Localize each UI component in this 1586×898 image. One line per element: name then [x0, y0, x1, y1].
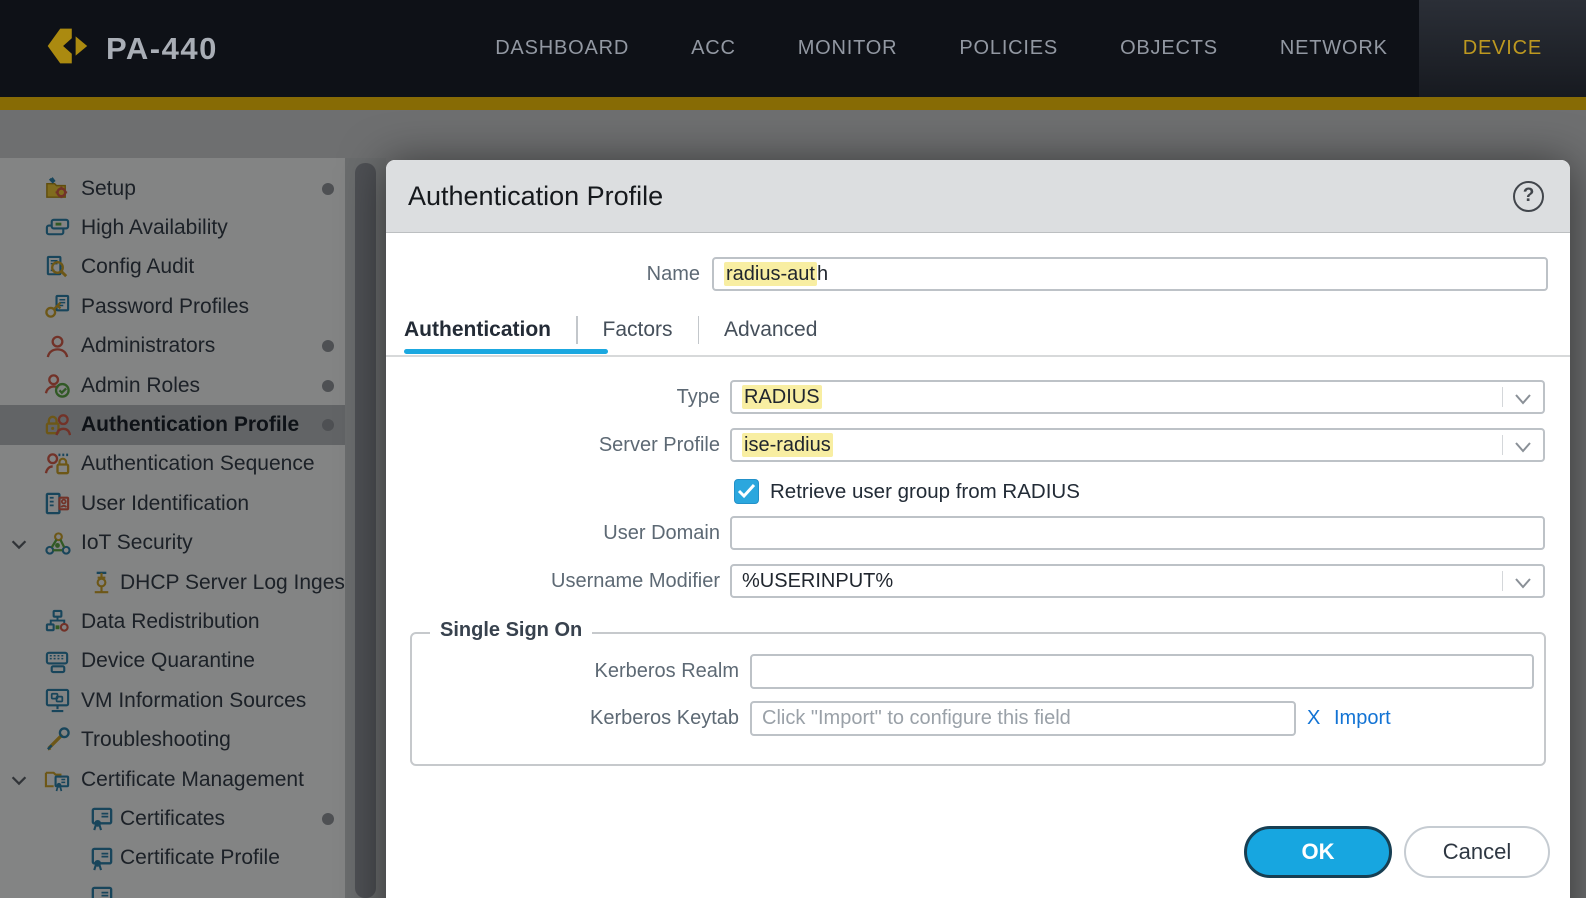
- chevron-down-icon: [1515, 578, 1531, 589]
- server-profile-select[interactable]: ise-radius: [730, 428, 1545, 462]
- server-profile-label: Server Profile: [598, 434, 720, 456]
- kerberos-realm-row: Kerberos Realm: [412, 654, 1544, 689]
- tab-authentication[interactable]: Authentication: [404, 318, 576, 342]
- retrieve-group-checkbox[interactable]: [734, 479, 759, 504]
- nav-menu: DASHBOARD ACC MONITOR POLICIES OBJECTS N…: [464, 0, 1586, 97]
- username-modifier-select[interactable]: %USERINPUT%: [730, 564, 1545, 598]
- retrieve-group-label: Retrieve user group from RADIUS: [770, 480, 1080, 503]
- tab-factors[interactable]: Factors: [578, 318, 698, 342]
- kerberos-keytab-row: Kerberos Keytab X Import: [412, 701, 1544, 736]
- nav-tab-policies[interactable]: POLICIES: [928, 0, 1089, 97]
- kerberos-realm-label: Kerberos Realm: [594, 660, 739, 682]
- chevron-down-icon: [1515, 394, 1531, 405]
- keytab-import-button[interactable]: Import: [1334, 701, 1391, 736]
- kerberos-realm-input[interactable]: [750, 654, 1534, 689]
- checkmark-icon: [737, 483, 756, 499]
- dialog-title: Authentication Profile: [408, 180, 664, 211]
- user-domain-row: User Domain: [386, 516, 1570, 550]
- name-input[interactable]: radius-aut h: [712, 257, 1548, 291]
- cancel-button[interactable]: Cancel: [1404, 826, 1550, 878]
- nav-tab-device[interactable]: DEVICE: [1418, 0, 1586, 97]
- user-domain-label: User Domain: [603, 522, 720, 544]
- paloalto-logo-icon: [40, 20, 92, 77]
- username-modifier-row: Username Modifier %USERINPUT%: [386, 564, 1570, 598]
- brand-logo: PA-440: [40, 0, 218, 97]
- nav-tab-dashboard[interactable]: DASHBOARD: [464, 0, 660, 97]
- type-label: Type: [676, 386, 720, 408]
- device-model-label: PA-440: [106, 30, 218, 66]
- nav-tab-network[interactable]: NETWORK: [1249, 0, 1419, 97]
- chevron-down-icon: [1515, 442, 1531, 453]
- active-tab-underline: [404, 349, 608, 354]
- name-row: Name radius-aut h: [386, 257, 1570, 291]
- dialog-header: Authentication Profile ?: [386, 160, 1570, 233]
- retrieve-group-row: Retrieve user group from RADIUS: [386, 479, 1570, 505]
- dialog-tabs: Authentication Factors Advanced: [404, 311, 842, 349]
- kerberos-keytab-input[interactable]: [750, 701, 1296, 736]
- nav-tab-acc[interactable]: ACC: [660, 0, 767, 97]
- kerberos-keytab-label: Kerberos Keytab: [590, 707, 739, 729]
- single-sign-on-group: Single Sign On Kerberos Realm Kerberos K…: [410, 619, 1546, 766]
- single-sign-on-legend: Single Sign On: [430, 619, 593, 642]
- help-icon[interactable]: ?: [1513, 181, 1544, 212]
- type-row: Type RADIUS: [386, 380, 1570, 414]
- tabs-rule: [386, 355, 1570, 357]
- username-modifier-label: Username Modifier: [551, 570, 720, 592]
- top-nav: PA-440 DASHBOARD ACC MONITOR POLICIES OB…: [0, 0, 1586, 97]
- authentication-profile-dialog: Authentication Profile ? Name radius-aut…: [386, 160, 1570, 898]
- keytab-clear-button[interactable]: X: [1307, 701, 1320, 736]
- type-select[interactable]: RADIUS: [730, 380, 1545, 414]
- user-domain-input[interactable]: [730, 516, 1545, 550]
- server-profile-row: Server Profile ise-radius: [386, 428, 1570, 462]
- tab-advanced[interactable]: Advanced: [699, 318, 842, 342]
- nav-tab-objects[interactable]: OBJECTS: [1089, 0, 1249, 97]
- ok-button[interactable]: OK: [1244, 826, 1392, 878]
- name-label: Name: [646, 263, 700, 285]
- nav-tab-monitor[interactable]: MONITOR: [767, 0, 929, 97]
